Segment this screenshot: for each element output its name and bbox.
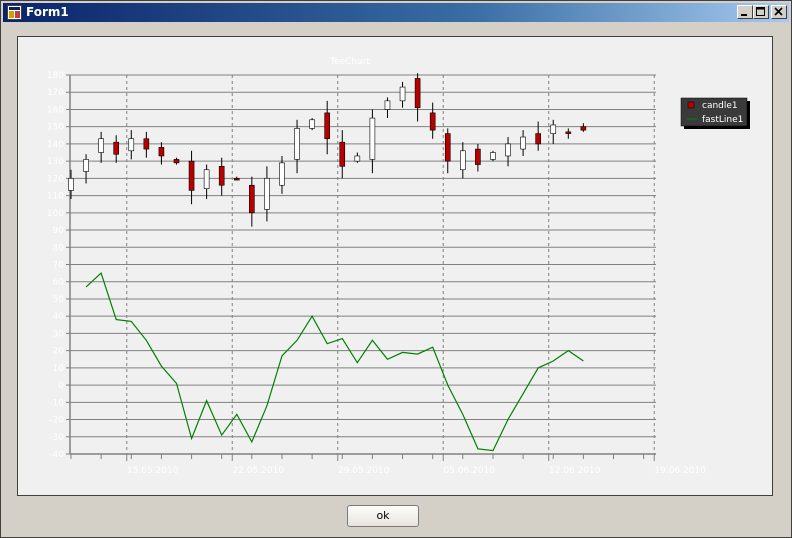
y-tick-label: 50 <box>53 295 65 305</box>
y-tick-label: 150 <box>47 123 64 133</box>
window-title: Form1 <box>26 5 69 19</box>
y-tick-label: 180 <box>47 71 64 81</box>
minimize-button[interactable] <box>737 5 753 19</box>
candle-body <box>520 136 526 150</box>
legend-entry-line: fastLine1 <box>702 115 743 125</box>
candle-body <box>233 178 240 181</box>
x-tick-label: 15.05.2010 <box>127 466 179 476</box>
candle-body <box>68 178 74 191</box>
y-tick-label: 40 <box>53 312 65 322</box>
candle-body <box>309 119 315 129</box>
candle-body <box>460 150 466 171</box>
y-tick-label: 170 <box>47 88 64 98</box>
y-tick-label: 100 <box>47 209 64 219</box>
x-tick-label: 19.06.2010 <box>654 466 706 476</box>
minimize-icon <box>741 14 747 16</box>
candle-body <box>128 138 135 152</box>
y-tick-label: 90 <box>53 226 65 236</box>
y-tick-label: 120 <box>47 174 64 184</box>
y-tick-label: 10 <box>53 364 65 374</box>
candle-series <box>68 73 587 227</box>
candle-body <box>444 133 451 162</box>
y-tick-label: 30 <box>53 329 65 339</box>
y-tick-label: 0 <box>58 381 64 391</box>
candle-body <box>143 138 150 150</box>
candle-body <box>203 169 210 190</box>
title-bar[interactable]: Form1 <box>3 3 789 22</box>
candle-body <box>83 159 89 172</box>
y-tick-label: 20 <box>53 347 65 357</box>
legend: candle1 fastLine1 <box>680 97 750 129</box>
candle-body <box>158 147 165 157</box>
candle-body <box>369 117 376 160</box>
candle-body <box>550 124 557 134</box>
candle-body <box>490 152 496 160</box>
candle-body <box>399 86 406 102</box>
ok-button[interactable]: ok <box>347 505 419 527</box>
y-tick-label: 80 <box>53 243 65 253</box>
line-series <box>85 272 584 452</box>
y-tick-label: 130 <box>47 157 64 167</box>
candle-body <box>173 159 180 164</box>
x-tick-label: 22.05.2010 <box>232 466 284 476</box>
candle-body <box>218 166 225 186</box>
candle-body <box>324 112 330 140</box>
y-tick-label: -20 <box>49 416 64 426</box>
y-tick-label: -10 <box>49 398 64 408</box>
close-button[interactable] <box>771 5 787 19</box>
app-icon <box>7 5 22 20</box>
candle-body <box>475 148 481 165</box>
candle-body <box>429 112 436 131</box>
maximize-button[interactable] <box>753 5 769 19</box>
candle-body <box>384 100 391 110</box>
y-tick-label: 70 <box>53 261 65 271</box>
y-tick-label: 110 <box>47 192 64 202</box>
chart-title: TeeChart <box>329 57 370 67</box>
y-tick-label: 60 <box>53 278 65 288</box>
candle-body <box>188 160 195 191</box>
legend-entry-candle: candle1 <box>702 101 738 111</box>
candle-body <box>580 126 587 131</box>
candle-body <box>414 78 421 109</box>
y-tick-label: 160 <box>47 105 64 115</box>
candle-body <box>279 162 285 186</box>
fastline-path <box>85 272 584 452</box>
close-icon <box>774 7 783 16</box>
y-tick-label: -40 <box>49 450 64 460</box>
candle-body <box>505 143 511 157</box>
chart-panel: TeeChart 180 170 160 150 140 130 120 110 100 90 80… <box>17 36 773 496</box>
candle-body <box>294 128 300 160</box>
candle-body <box>113 141 120 155</box>
x-tick-label: 05.06.2010 <box>443 466 495 476</box>
candle-body <box>264 178 270 210</box>
candle-body <box>339 141 346 167</box>
tee-chart: TeeChart 1801701601501401301201101009080… <box>47 57 750 476</box>
x-axis: 15.05.2010 22.05.2010 29.05.2010 05.06.2010… <box>70 453 706 476</box>
x-tick-label: 12.06.2010 <box>549 466 601 476</box>
candle-body <box>535 133 541 145</box>
y-axis: 1801701601501401301201101009080706050403… <box>47 71 71 460</box>
form-window: Form1 TeeChart 180 170 160 150 140 130 120 110 1… <box>0 0 792 538</box>
maximize-icon <box>756 7 765 10</box>
candle-body <box>354 155 361 162</box>
legend-candle-swatch <box>687 101 695 109</box>
candle-body <box>98 138 104 153</box>
candle-body <box>249 184 255 214</box>
candle-body <box>565 131 572 134</box>
x-tick-label: 29.05.2010 <box>338 466 390 476</box>
y-tick-label: 140 <box>47 140 64 150</box>
y-tick-label: -30 <box>49 433 64 443</box>
